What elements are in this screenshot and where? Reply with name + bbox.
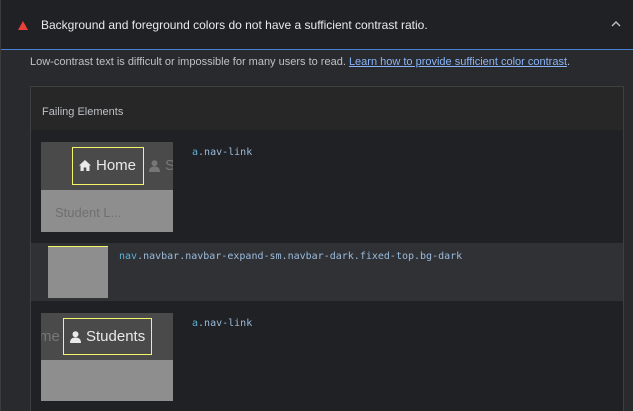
failing-element-row: me Students a.nav-link [31,301,623,411]
description-text: Low-contrast text is difficult or imposs… [30,56,349,68]
selector-class: .nav-link [198,147,253,158]
thumbnail-navbar: me Students [41,313,173,360]
thumbnail-page-area [41,360,173,401]
contrast-highlight-box [72,147,144,185]
thumbnail-page-area: Student L... [41,190,173,232]
details-header: Failing Elements [31,87,623,130]
thumbnail-next-text: S [165,157,173,174]
thumbnail-prev-text: me [41,328,60,345]
thumbnail-prev-link: me [41,328,60,345]
contrast-audit-panel: Background and foreground colors do not … [0,0,633,411]
chevron-up-icon[interactable] [610,19,622,29]
element-screenshot-thumbnail [48,246,108,298]
contrast-highlight-box [63,318,152,355]
failing-element-row: Home S Student L... a.nav-link [31,130,623,243]
fail-triangle-icon [18,21,28,30]
audit-description: Low-contrast text is difficult or imposs… [30,56,570,68]
audit-header[interactable]: Background and foreground colors do not … [1,0,633,50]
details-heading: Failing Elements [42,106,124,118]
thumbnail-navbar: Home S [41,142,173,190]
audit-title: Background and foreground colors do not … [41,18,428,32]
element-selector[interactable]: a.nav-link [192,147,252,158]
failing-element-row: nav.navbar.navbar-expand-sm.navbar-dark.… [31,243,623,301]
element-screenshot-thumbnail: me Students [41,313,173,401]
thumbnail-ghost-text: Student L... [55,205,122,220]
learn-more-link[interactable]: Learn how to provide sufficient color co… [349,56,567,68]
selector-class: .nav-link [198,318,253,329]
selector-class: .navbar.navbar-expand-sm.navbar-dark.fix… [137,251,463,262]
failing-elements-table: Failing Elements Home S Student L... a.n… [30,86,624,411]
element-selector[interactable]: nav.navbar.navbar-expand-sm.navbar-dark.… [119,251,462,262]
element-screenshot-thumbnail: Home S Student L... [41,142,173,232]
description-end: . [567,56,571,68]
selector-tag: nav [119,251,138,262]
thumbnail-next-link: S [149,157,173,174]
user-icon [149,159,160,172]
element-selector[interactable]: a.nav-link [192,318,252,329]
